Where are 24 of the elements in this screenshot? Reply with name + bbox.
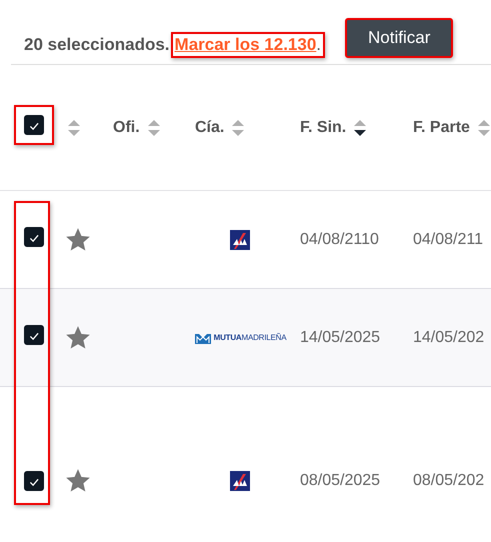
table-cell: 04/08/2110 — [300, 230, 379, 248]
period: . — [316, 35, 322, 55]
table-cell: 08/05/2025 — [300, 472, 380, 490]
table-cell: 08/05/202 — [413, 472, 484, 490]
column-header[interactable]: Ofi. — [113, 118, 140, 136]
notify-button[interactable]: Notificar — [345, 18, 454, 58]
table-cell: 14/05/2025 — [300, 328, 380, 346]
selection-count: 20 seleccionados. — [24, 35, 170, 55]
table-cell: 04/08/211 — [413, 230, 483, 248]
logo-icon — [230, 471, 250, 491]
table-cell: 14/05/202 — [413, 328, 484, 346]
star-icon[interactable] — [66, 469, 90, 493]
star-icon[interactable] — [66, 326, 90, 350]
logo-text: MUTUAMADRILEÑA — [214, 333, 286, 342]
checkbox[interactable] — [24, 114, 44, 134]
column-header[interactable]: F. Parte — [413, 118, 470, 136]
checkbox[interactable] — [24, 324, 44, 344]
sort-icon[interactable] — [352, 118, 368, 138]
logo-icon — [230, 230, 250, 250]
column-header[interactable]: Cía. — [195, 118, 224, 136]
column-header[interactable]: F. Sin. — [300, 118, 346, 136]
star-icon[interactable] — [66, 228, 90, 252]
checkbox[interactable] — [24, 226, 44, 246]
checkbox[interactable] — [24, 471, 44, 491]
